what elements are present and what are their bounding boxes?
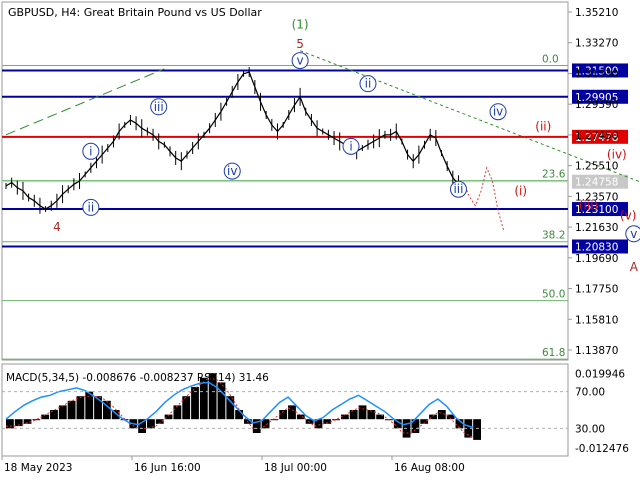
macd-bar [217, 382, 226, 420]
wave-label: iv [493, 105, 503, 119]
macd-bar [67, 400, 76, 420]
price-tick-label: 1.13870 [575, 345, 618, 357]
wave-label: ii [365, 77, 372, 91]
wave-label: (v) [620, 209, 636, 223]
macd-bar [58, 405, 67, 420]
price-tick-label: 1.27450 [575, 130, 618, 142]
wave-label: v [297, 54, 304, 68]
price-tick-label: 1.33270 [575, 38, 618, 50]
wave-label: (1) [292, 17, 309, 31]
fib-level-label: 61.8 [542, 347, 565, 359]
wave-label: ii [88, 200, 95, 214]
timeframe: H4 [61, 6, 76, 19]
time-tick-label: 18 May 2023 [4, 462, 72, 474]
level-tag-text: 1.24758 [575, 177, 618, 189]
price-tick-label: 1.35210 [575, 7, 618, 19]
chart-canvas[interactable]: 0.023.638.250.061.8 1.315001.299051.2747… [0, 0, 640, 480]
macd-bar [147, 419, 155, 429]
macd-bar [288, 405, 296, 420]
time-tick-label: 16 Jun 16:00 [134, 462, 201, 474]
price-tick-label: 1.17750 [575, 284, 618, 296]
price-tick-label: 1.23570 [575, 191, 618, 203]
macd-bar [173, 405, 182, 420]
wave-label: 4 [53, 220, 61, 234]
wave-label: (ii) [535, 120, 551, 134]
fib-level-label: 23.6 [542, 169, 566, 181]
fib-level-label: 38.2 [542, 230, 565, 242]
time-tick-label: 16 Aug 08:00 [394, 462, 465, 474]
macd-bar [226, 396, 235, 420]
macd-bar [349, 410, 358, 420]
rsi-tick-label: 30.00 [575, 423, 605, 435]
price-tick-label: 1.19690 [575, 253, 618, 265]
macd-bar [473, 419, 481, 440]
indicator-title: MACD(5,34,5) -0.008676 -0.008237 RSI(14)… [6, 372, 269, 384]
price-tick-label: 1.15810 [575, 314, 618, 326]
level-tag-text: 1.20830 [575, 241, 618, 253]
macd-bar [76, 396, 85, 420]
macd-bar [6, 419, 14, 429]
macd-bar [270, 419, 279, 421]
fib-level-label: 50.0 [542, 289, 565, 301]
price-tick-label: 1.21630 [575, 222, 618, 234]
wave-label: (i) [514, 184, 527, 198]
wave-label: iv [227, 164, 237, 178]
price-tick-label: 1.29390 [575, 99, 618, 111]
macd-bar [332, 419, 340, 421]
wave-label: i [349, 139, 352, 153]
price-tick-label: 1.25510 [575, 161, 618, 173]
symbol-name: GBPUSD [8, 6, 54, 19]
time-tick-label: 18 Jul 00:00 [264, 462, 327, 474]
symbol-description: Great Britain Pound vs US Dollar [84, 6, 263, 19]
price-tick-label: 1.31330 [575, 68, 618, 80]
rsi-tick-label: 70.00 [575, 387, 605, 399]
wave-label: v [630, 227, 637, 241]
wave-label: A [630, 260, 639, 274]
macd-bar [358, 405, 367, 420]
chart-title: GBPUSD, H4: Great Britain Pound vs US Do… [8, 6, 262, 19]
macd-tick-label: -0.012476 [575, 443, 629, 455]
wave-label: (iv) [607, 148, 627, 162]
macd-bar [182, 396, 191, 420]
fib-level-label: 0.0 [542, 54, 559, 66]
chart-window[interactable]: 0.0 23.6 38.2 50.0 61.8 1.31500 1.29905 1.2747… [0, 0, 640, 480]
macd-bar [199, 377, 208, 420]
wave-label: iii [154, 100, 164, 114]
wave-label: i [89, 144, 92, 158]
macd-bar [32, 419, 41, 421]
macd-bar [437, 410, 446, 420]
wave-label: 5 [296, 37, 304, 51]
wave-label: iii [453, 182, 463, 196]
macd-tick-label: 0.019946 [575, 368, 625, 380]
